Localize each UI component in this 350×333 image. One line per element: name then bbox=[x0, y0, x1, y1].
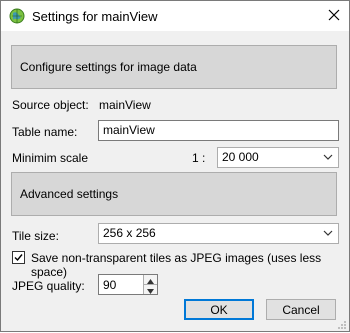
jpeg-quality-value: 90 bbox=[103, 278, 117, 292]
table-name-label: Table name: bbox=[12, 125, 78, 139]
configure-image-data-label: Configure settings for image data bbox=[20, 60, 197, 74]
jpeg-quality-label: JPEG quality: bbox=[12, 279, 85, 293]
title-bar[interactable]: Settings for mainView bbox=[1, 1, 349, 31]
close-button[interactable] bbox=[319, 1, 349, 31]
advanced-settings-label: Advanced settings bbox=[20, 187, 119, 201]
spin-down-button[interactable] bbox=[144, 285, 157, 294]
cancel-button[interactable]: Cancel bbox=[266, 299, 336, 320]
scale-prefix: 1 : bbox=[192, 151, 206, 165]
close-icon bbox=[328, 9, 340, 24]
tile-size-value: 256 x 256 bbox=[103, 226, 156, 240]
ok-button[interactable]: OK bbox=[184, 299, 254, 320]
caret-down-icon bbox=[147, 283, 154, 297]
minimum-scale-label: Minimim scale bbox=[12, 151, 89, 165]
ok-button-label: OK bbox=[210, 302, 228, 317]
tile-size-select[interactable]: 256 x 256 bbox=[98, 223, 339, 244]
minimum-scale-value: 20 000 bbox=[222, 150, 259, 164]
jpeg-quality-spinbox[interactable]: 90 bbox=[98, 274, 158, 295]
app-globe-icon bbox=[9, 8, 25, 24]
resize-grip-icon[interactable] bbox=[337, 319, 347, 329]
source-object-value: mainView bbox=[99, 98, 151, 112]
settings-dialog: Settings for mainView Configure settings… bbox=[0, 0, 350, 332]
save-jpeg-label[interactable]: Save non-transparent tiles as JPEG image… bbox=[31, 251, 349, 279]
configure-image-data-button[interactable]: Configure settings for image data bbox=[11, 45, 337, 89]
tile-size-label: Tile size: bbox=[12, 229, 59, 243]
cancel-button-label: Cancel bbox=[282, 302, 320, 317]
minimum-scale-select[interactable]: 20 000 bbox=[217, 147, 339, 168]
advanced-settings-button[interactable]: Advanced settings bbox=[11, 172, 337, 216]
source-object-label: Source object: bbox=[12, 98, 89, 112]
chevron-down-icon bbox=[322, 227, 334, 239]
table-name-field[interactable]: mainView bbox=[98, 120, 339, 141]
spin-buttons bbox=[143, 275, 157, 294]
chevron-down-icon bbox=[322, 151, 334, 163]
save-jpeg-checkbox[interactable] bbox=[12, 251, 25, 264]
window-title: Settings for mainView bbox=[32, 9, 158, 24]
table-name-value: mainView bbox=[103, 123, 155, 137]
